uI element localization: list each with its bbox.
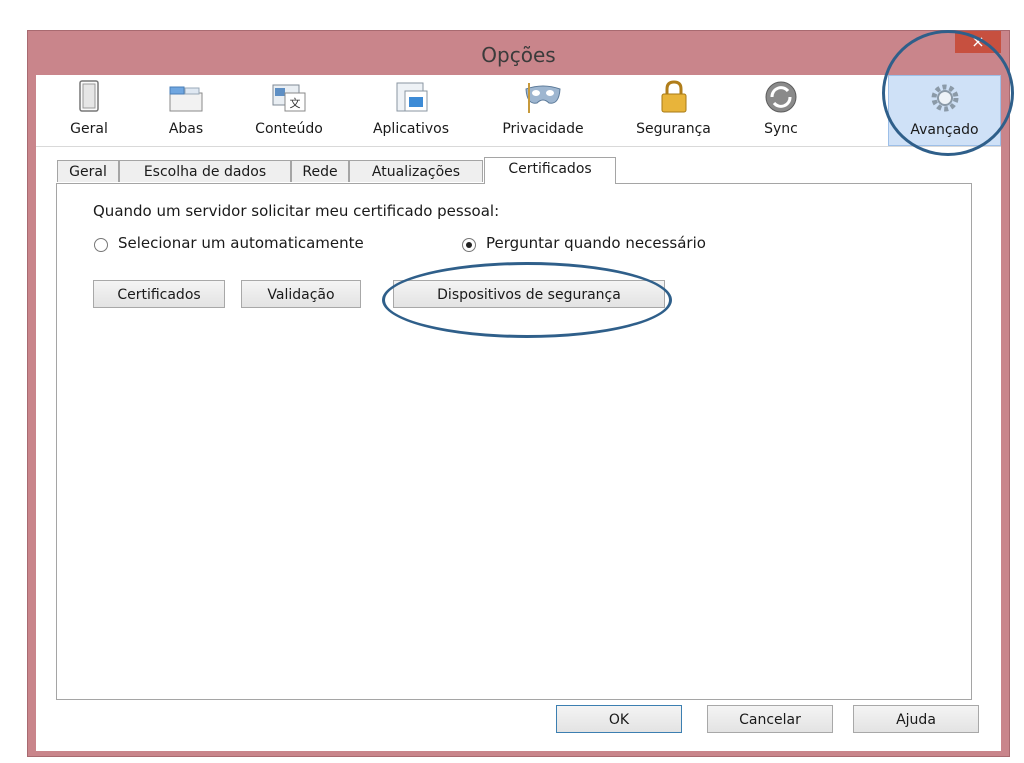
- options-window: Opções × Geral Abas 文 Conteúdo Aplicativ…: [27, 30, 1010, 757]
- toolbar-item-avancado[interactable]: Avançado: [888, 75, 1001, 146]
- toolbar-item-geral[interactable]: Geral: [44, 75, 134, 146]
- close-icon: ×: [971, 32, 985, 51]
- toolbar-label: Avançado: [910, 122, 979, 138]
- radio-ask-when-needed[interactable]: [462, 238, 476, 252]
- ok-button[interactable]: OK: [556, 705, 682, 733]
- toolbar-label: Segurança: [636, 121, 711, 137]
- help-button[interactable]: Ajuda: [853, 705, 979, 733]
- validation-button[interactable]: Validação: [241, 280, 361, 308]
- radio-select-automatically[interactable]: [94, 238, 108, 252]
- toolbar-label: Aplicativos: [372, 121, 450, 137]
- toolbar-item-aplicativos[interactable]: Aplicativos: [351, 75, 471, 146]
- subtab-certificados[interactable]: Certificados: [484, 157, 616, 184]
- sync-icon: [765, 81, 797, 113]
- subtab-geral[interactable]: Geral: [57, 160, 119, 182]
- toolbar-label: Sync: [764, 121, 798, 137]
- lock-icon: [661, 80, 686, 113]
- certificates-panel: Quando um servidor solicitar meu certifi…: [56, 183, 972, 700]
- window-title: Opções: [481, 43, 556, 67]
- switch-icon: [79, 80, 99, 112]
- toolbar-item-seguranca[interactable]: Segurança: [616, 75, 731, 146]
- tabs-icon: [169, 86, 203, 112]
- content-icon: 文: [272, 84, 306, 112]
- gear-icon: [931, 84, 958, 112]
- dialog-client-area: Geral Abas 文 Conteúdo Aplicativos Privac…: [36, 75, 1001, 751]
- toolbar-label: Geral: [70, 121, 108, 137]
- radio-label-select-automatically[interactable]: Selecionar um automaticamente: [118, 234, 364, 252]
- certificates-button[interactable]: Certificados: [93, 280, 225, 308]
- toolbar-item-conteudo[interactable]: 文 Conteúdo: [234, 75, 344, 146]
- toolbar-label: Privacidade: [502, 121, 584, 137]
- mask-icon: [525, 83, 561, 113]
- applications-icon: [396, 82, 428, 112]
- subtab-escolha-de-dados[interactable]: Escolha de dados: [119, 160, 291, 182]
- toolbar-label: Conteúdo: [255, 121, 323, 137]
- toolbar-item-sync[interactable]: Sync: [741, 75, 821, 146]
- security-devices-button[interactable]: Dispositivos de segurança: [393, 280, 665, 308]
- cancel-button[interactable]: Cancelar: [707, 705, 833, 733]
- title-bar[interactable]: Opções ×: [28, 31, 1009, 75]
- category-toolbar: Geral Abas 文 Conteúdo Aplicativos Privac…: [36, 75, 1001, 147]
- toolbar-label: Abas: [168, 121, 204, 137]
- radio-label-ask-when-needed[interactable]: Perguntar quando necessário: [486, 234, 706, 252]
- certificate-prompt-label: Quando um servidor solicitar meu certifi…: [93, 202, 500, 220]
- close-button[interactable]: ×: [955, 31, 1001, 53]
- toolbar-item-abas[interactable]: Abas: [141, 75, 231, 146]
- subtab-atualizacoes[interactable]: Atualizações: [349, 160, 483, 182]
- subtab-rede[interactable]: Rede: [291, 160, 349, 182]
- toolbar-item-privacidade[interactable]: Privacidade: [478, 75, 608, 146]
- svg-text:文: 文: [290, 96, 301, 110]
